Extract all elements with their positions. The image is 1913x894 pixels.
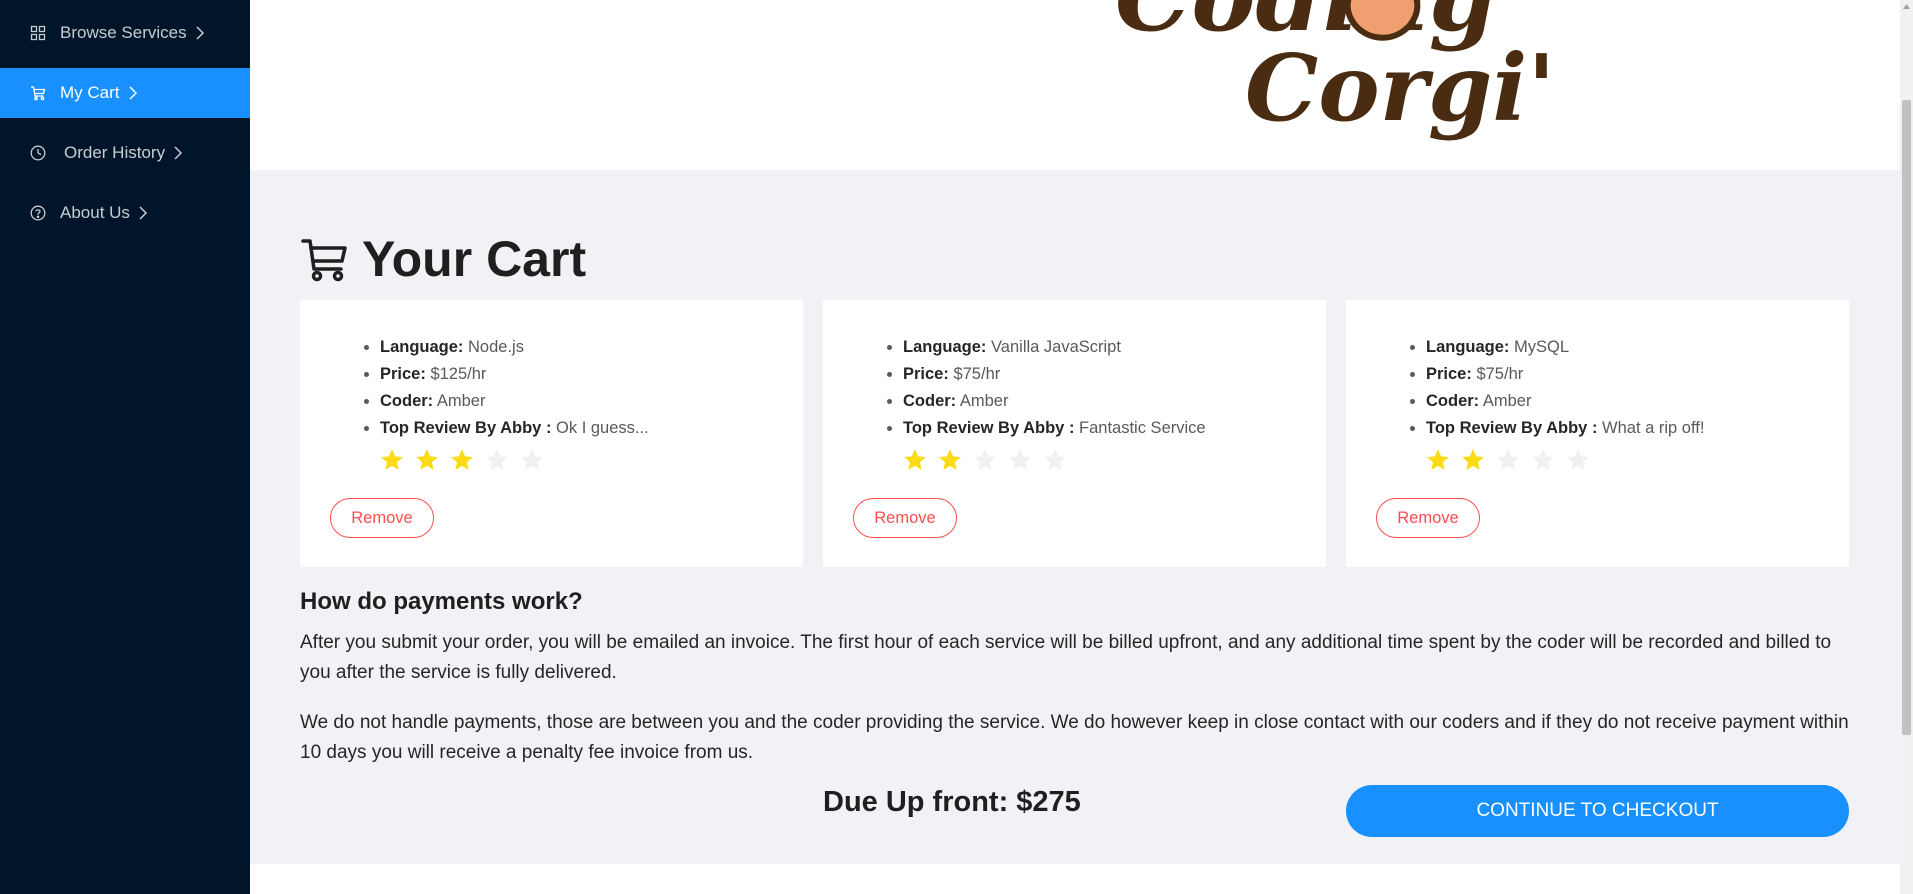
cart-items: Language: Node.js Price: $125/hr Coder: …	[300, 300, 1849, 567]
chevron-right-icon	[128, 86, 138, 100]
list-item: Top Review By Abby : Fantastic Service	[903, 415, 1206, 442]
payments-heading: How do payments work?	[300, 588, 583, 615]
star-filled-icon[interactable]	[1460, 447, 1486, 473]
footer	[250, 864, 1900, 894]
sidebar-item-my-cart[interactable]: My Cart	[0, 68, 250, 118]
field-label: Top Review By Abby :	[903, 419, 1075, 437]
star-empty-icon[interactable]	[519, 447, 545, 473]
field-label: Price:	[903, 365, 949, 383]
scroll-up-arrow-icon[interactable]	[1900, 0, 1913, 14]
list-item: Language: Vanilla JavaScript	[903, 334, 1206, 361]
field-label: Coder:	[903, 392, 957, 410]
list-item: Top Review By Abby : Ok I guess...	[380, 415, 649, 442]
coding-corgis-logo: Coding Corgi's	[1115, 0, 1555, 142]
field-label: Price:	[1426, 365, 1472, 383]
field-label: Top Review By Abby :	[380, 419, 552, 437]
coder-value: Amber	[436, 392, 486, 410]
review-value: Ok I guess...	[556, 419, 649, 437]
star-empty-icon[interactable]	[484, 447, 510, 473]
field-label: Price:	[380, 365, 426, 383]
vertical-scrollbar[interactable]	[1900, 0, 1913, 894]
price-value: $75/hr	[953, 365, 1001, 383]
chevron-right-icon	[173, 146, 183, 160]
cart-title-text: Your Cart	[362, 231, 587, 287]
star-empty-icon[interactable]	[1530, 447, 1556, 473]
cart-item-card: Language: Node.js Price: $125/hr Coder: …	[300, 300, 803, 567]
cart-item-details: Language: Node.js Price: $125/hr Coder: …	[300, 334, 649, 442]
continue-to-checkout-button[interactable]: CONTINUE TO CHECKOUT	[1346, 785, 1849, 837]
star-empty-icon[interactable]	[1007, 447, 1033, 473]
chevron-right-icon	[195, 26, 205, 40]
page-title: Your Cart	[300, 230, 586, 288]
list-item: Price: $75/hr	[903, 361, 1206, 388]
star-filled-icon[interactable]	[1425, 447, 1451, 473]
field-label: Coder:	[380, 392, 434, 410]
star-empty-icon[interactable]	[972, 447, 998, 473]
sidebar-item-label: My Cart	[60, 83, 120, 102]
sidebar-item-order-history[interactable]: Order History	[0, 128, 250, 178]
language-value: Node.js	[468, 338, 524, 356]
payments-paragraph: We do not handle payments, those are bet…	[300, 712, 1849, 763]
scrollbar-thumb[interactable]	[1902, 100, 1911, 735]
list-item: Price: $75/hr	[1426, 361, 1704, 388]
cart-icon	[30, 85, 46, 101]
field-label: Top Review By Abby :	[1426, 419, 1598, 437]
sidebar-item-label: Order History	[64, 143, 166, 162]
chevron-right-icon	[138, 206, 148, 220]
list-item: Top Review By Abby : What a rip off!	[1426, 415, 1704, 442]
star-filled-icon[interactable]	[902, 447, 928, 473]
list-item: Price: $125/hr	[380, 361, 649, 388]
star-filled-icon[interactable]	[414, 447, 440, 473]
field-label: Language:	[1426, 338, 1510, 356]
coder-value: Amber	[1482, 392, 1532, 410]
due-upfront-total: Due Up front: $275	[823, 786, 1081, 818]
sidebar-item-about-us[interactable]: About Us	[0, 188, 250, 238]
star-filled-icon[interactable]	[449, 447, 475, 473]
grid-icon	[30, 25, 46, 41]
remove-button[interactable]: Remove	[1376, 498, 1480, 538]
remove-button[interactable]: Remove	[330, 498, 434, 538]
star-rating	[902, 447, 1068, 473]
sidebar-item-browse-services[interactable]: Browse Services	[0, 8, 250, 58]
star-filled-icon[interactable]	[937, 447, 963, 473]
cart-icon	[300, 235, 348, 283]
payments-paragraph: After you submit your order, you will be…	[300, 632, 1832, 683]
svg-text:Corgi's: Corgi's	[1245, 34, 1555, 142]
list-item: Language: MySQL	[1426, 334, 1704, 361]
sidebar-item-label: Browse Services	[60, 23, 187, 42]
list-item: Coder: Amber	[380, 388, 649, 415]
star-rating	[379, 447, 545, 473]
list-item: Coder: Amber	[903, 388, 1206, 415]
remove-button[interactable]: Remove	[853, 498, 957, 538]
field-label: Coder:	[1426, 392, 1480, 410]
star-empty-icon[interactable]	[1042, 447, 1068, 473]
sidebar: Browse Services My Cart Order History Ab…	[0, 0, 250, 894]
cart-item-details: Language: Vanilla JavaScript Price: $75/…	[823, 334, 1206, 442]
list-item: Coder: Amber	[1426, 388, 1704, 415]
star-empty-icon[interactable]	[1495, 447, 1521, 473]
language-value: MySQL	[1514, 338, 1570, 356]
review-value: Fantastic Service	[1079, 419, 1206, 437]
cart-item-card: Language: Vanilla JavaScript Price: $75/…	[823, 300, 1326, 567]
review-value: What a rip off!	[1602, 419, 1705, 437]
list-item: Language: Node.js	[380, 334, 649, 361]
cart-item-card: Language: MySQL Price: $75/hr Coder: Amb…	[1346, 300, 1849, 567]
sidebar-item-label: About Us	[60, 203, 130, 222]
price-value: $125/hr	[430, 365, 487, 383]
clock-icon	[30, 145, 46, 161]
cart-item-details: Language: MySQL Price: $75/hr Coder: Amb…	[1346, 334, 1704, 442]
main-content: Your Cart Language: Node.js Price: $125/…	[250, 170, 1900, 864]
field-label: Language:	[380, 338, 464, 356]
field-label: Language:	[903, 338, 987, 356]
question-circle-icon	[30, 205, 46, 221]
price-value: $75/hr	[1476, 365, 1524, 383]
star-filled-icon[interactable]	[379, 447, 405, 473]
star-empty-icon[interactable]	[1565, 447, 1591, 473]
star-rating	[1425, 447, 1591, 473]
header: Coding Corgi's	[250, 0, 1900, 170]
coder-value: Amber	[959, 392, 1009, 410]
language-value: Vanilla JavaScript	[991, 338, 1121, 356]
